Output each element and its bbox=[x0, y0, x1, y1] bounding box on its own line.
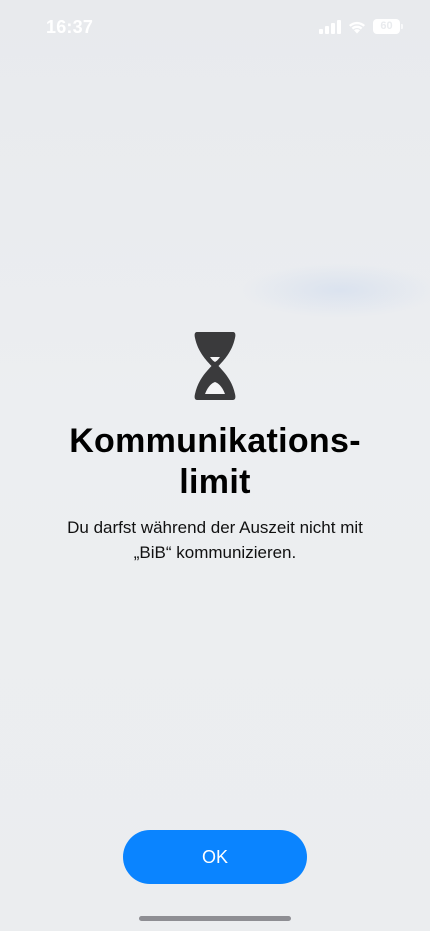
status-bar: 16:37 60 bbox=[0, 0, 430, 56]
hourglass-icon bbox=[194, 332, 236, 400]
home-indicator[interactable] bbox=[139, 916, 291, 921]
status-icons: 60 bbox=[319, 19, 403, 34]
ok-button[interactable]: OK bbox=[123, 830, 307, 884]
battery-percent: 60 bbox=[380, 20, 393, 32]
communication-limit-alert: Kommunikations-limit Du darfst während d… bbox=[0, 330, 430, 565]
cellular-signal-icon bbox=[319, 19, 341, 34]
status-time: 16:37 bbox=[46, 17, 94, 37]
alert-title: Kommunikations-limit bbox=[69, 422, 361, 501]
alert-message: Du darfst während der Auszeit nicht mit … bbox=[67, 518, 363, 562]
wifi-icon bbox=[349, 21, 365, 33]
battery-indicator: 60 bbox=[373, 19, 403, 34]
